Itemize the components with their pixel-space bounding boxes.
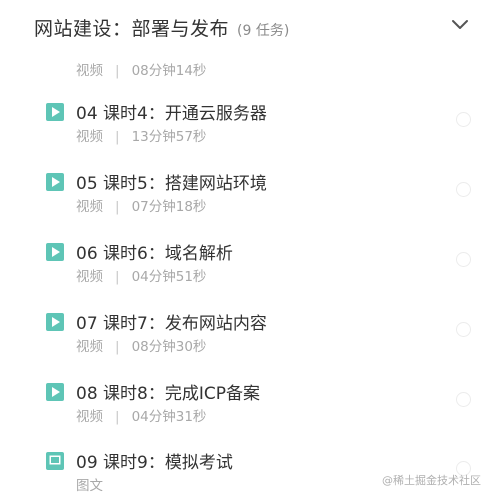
lesson-item-08[interactable]: 08 课时8：完成ICP备案 视频 | 04分钟31秒 <box>0 382 495 438</box>
separator: | <box>115 409 120 425</box>
separator: | <box>115 339 120 355</box>
lesson-duration: 04分钟31秒 <box>131 409 207 425</box>
lesson-meta: 视频 | 04分钟31秒 <box>76 405 206 425</box>
lesson-item-07[interactable]: 07 课时7：发布网站内容 视频 | 08分钟30秒 <box>0 312 495 368</box>
lesson-title: 06 课时6：域名解析 <box>76 244 233 264</box>
play-icon <box>46 173 64 191</box>
lesson-type: 视频 <box>76 129 103 145</box>
lesson-meta: 图文 <box>76 474 103 494</box>
play-icon <box>46 103 64 121</box>
play-icon <box>46 313 64 331</box>
lesson-item-04[interactable]: 04 课时4：开通云服务器 视频 | 13分钟57秒 <box>0 102 495 158</box>
lesson-title: 04 课时4：开通云服务器 <box>76 104 267 124</box>
lesson-duration: 08分钟30秒 <box>131 339 207 355</box>
separator: | <box>115 129 120 145</box>
lesson-meta: 视频 | 04分钟51秒 <box>76 265 206 285</box>
completion-status-icon <box>456 252 471 267</box>
lesson-list: 04 课时4：开通云服务器 视频 | 13分钟57秒 05 课时5：搭建网站环境 视… <box>0 0 495 501</box>
play-icon <box>46 383 64 401</box>
lesson-meta: 视频 | 08分钟30秒 <box>76 335 206 355</box>
lesson-type: 视频 <box>76 409 103 425</box>
completion-status-icon <box>456 392 471 407</box>
lesson-title: 08 课时8：完成ICP备案 <box>76 384 260 404</box>
separator: | <box>115 269 120 285</box>
lesson-type: 视频 <box>76 269 103 285</box>
lesson-duration: 07分钟18秒 <box>131 199 207 215</box>
lesson-type: 视频 <box>76 339 103 355</box>
lesson-type: 图文 <box>76 478 103 494</box>
lesson-item-06[interactable]: 06 课时6：域名解析 视频 | 04分钟51秒 <box>0 242 495 298</box>
lesson-duration: 13分钟57秒 <box>131 129 207 145</box>
completion-status-icon <box>456 182 471 197</box>
lesson-item-05[interactable]: 05 课时5：搭建网站环境 视频 | 07分钟18秒 <box>0 172 495 228</box>
play-icon <box>46 243 64 261</box>
lesson-title: 09 课时9：模拟考试 <box>76 453 233 473</box>
lesson-meta: 视频 | 07分钟18秒 <box>76 195 206 215</box>
completion-status-icon <box>456 322 471 337</box>
separator: | <box>115 199 120 215</box>
lesson-meta: 视频 | 13分钟57秒 <box>76 125 206 145</box>
lesson-title: 05 课时5：搭建网站环境 <box>76 174 267 194</box>
lesson-duration: 04分钟51秒 <box>131 269 207 285</box>
document-icon <box>46 452 64 470</box>
lesson-type: 视频 <box>76 199 103 215</box>
lesson-title: 07 课时7：发布网站内容 <box>76 314 267 334</box>
watermark: @稀土掘金技术社区 <box>382 474 481 487</box>
completion-status-icon <box>456 112 471 127</box>
